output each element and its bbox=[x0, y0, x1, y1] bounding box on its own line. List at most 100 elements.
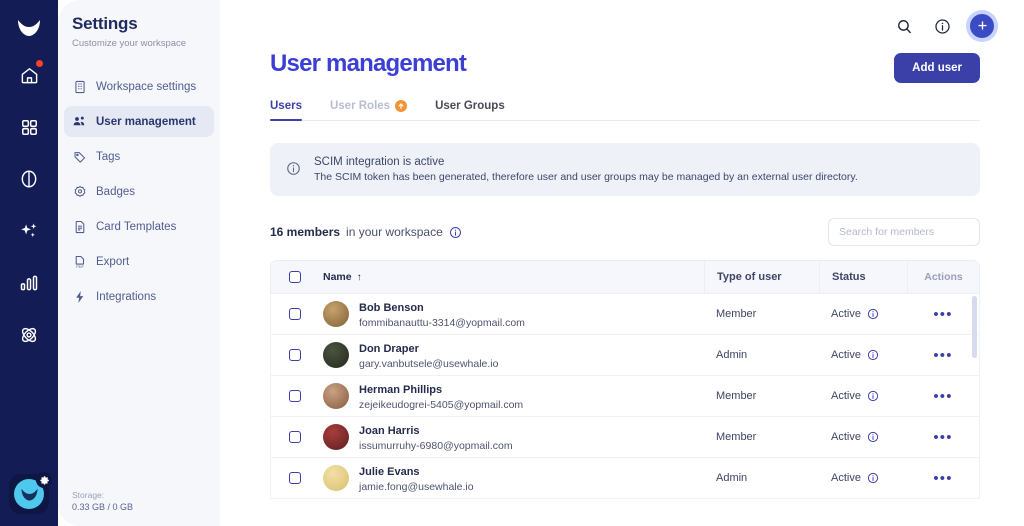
user-email: issumurruhy-6980@yopmail.com bbox=[359, 439, 513, 452]
user-email: gary.vanbutsele@usewhale.io bbox=[359, 357, 499, 370]
row-checkbox[interactable] bbox=[271, 349, 319, 361]
user-type: Member bbox=[716, 390, 757, 402]
notice-title: SCIM integration is active bbox=[314, 156, 445, 168]
avatar bbox=[323, 382, 349, 409]
tab-user-roles[interactable]: User Roles bbox=[330, 100, 408, 120]
status-label: Active bbox=[831, 308, 861, 320]
status-label: Active bbox=[831, 390, 861, 402]
avatar bbox=[323, 341, 349, 368]
home-notification-dot bbox=[36, 60, 43, 67]
row-checkbox[interactable] bbox=[271, 472, 319, 484]
row-actions-button[interactable]: ••• bbox=[907, 469, 979, 487]
info-circle-icon[interactable] bbox=[449, 226, 462, 239]
user-email: zejeikeudogrei-5405@yopmail.com bbox=[359, 398, 524, 411]
add-user-button[interactable]: Add user bbox=[894, 53, 980, 83]
table-row[interactable]: Don Draper gary.vanbutsele@usewhale.io A… bbox=[270, 335, 980, 376]
row-checkbox[interactable] bbox=[271, 390, 319, 402]
sidebar-nav: Workspace settings User management Tags … bbox=[58, 71, 220, 312]
row-checkbox[interactable] bbox=[271, 308, 319, 320]
column-header-status[interactable]: Status bbox=[819, 261, 907, 293]
row-user-cell: Herman Phillips zejeikeudogrei-5405@yopm… bbox=[319, 380, 704, 412]
whale-logo-icon[interactable] bbox=[9, 8, 49, 46]
info-circle-icon[interactable] bbox=[867, 349, 879, 361]
user-name: Bob Benson bbox=[359, 301, 424, 314]
rail-item-home[interactable] bbox=[12, 58, 46, 92]
sidebar-item-workspace-settings[interactable]: Workspace settings bbox=[64, 71, 214, 102]
search-icon[interactable] bbox=[894, 16, 914, 36]
row-actions-button[interactable]: ••• bbox=[907, 428, 979, 446]
bar-chart-icon bbox=[19, 273, 39, 293]
sidebar-item-label: Card Templates bbox=[96, 220, 177, 233]
sidebar-item-card-templates[interactable]: Card Templates bbox=[64, 211, 214, 242]
icon-rail bbox=[0, 0, 58, 526]
user-status: Active bbox=[819, 390, 907, 402]
tab-users[interactable]: Users bbox=[270, 100, 302, 121]
user-name: Don Draper bbox=[359, 342, 419, 355]
info-circle-icon[interactable] bbox=[867, 390, 879, 402]
row-actions-button[interactable]: ••• bbox=[907, 346, 979, 364]
notice-text-block: SCIM integration is active The SCIM toke… bbox=[314, 156, 858, 183]
sidebar-item-tags[interactable]: Tags bbox=[64, 141, 214, 172]
lightning-icon bbox=[72, 289, 87, 304]
table-header-row: Name ↑ Type of user Status Actions bbox=[270, 260, 980, 294]
table-row[interactable]: Joan Harris issumurruhy-6980@yopmail.com… bbox=[270, 417, 980, 458]
info-circle-icon[interactable] bbox=[867, 472, 879, 484]
user-type: Member bbox=[716, 431, 757, 443]
quick-add-button[interactable] bbox=[970, 14, 994, 38]
user-name: Julie Evans bbox=[359, 465, 420, 478]
status-label: Active bbox=[831, 472, 861, 484]
more-horizontal-icon: ••• bbox=[933, 346, 953, 364]
table-row[interactable]: Julie Evans jamie.fong@usewhale.io Admin… bbox=[270, 458, 980, 499]
rail-item-apps[interactable] bbox=[12, 110, 46, 144]
members-meta-row: 16 members in your workspace bbox=[270, 218, 980, 246]
rail-item-ai-assistant[interactable] bbox=[12, 214, 46, 248]
member-count: 16 members in your workspace bbox=[270, 225, 462, 239]
grid-apps-icon bbox=[20, 118, 39, 137]
info-circle-icon[interactable] bbox=[932, 16, 952, 36]
rail-item-knowledge[interactable] bbox=[12, 162, 46, 196]
more-horizontal-icon: ••• bbox=[933, 469, 953, 487]
row-actions-button[interactable]: ••• bbox=[907, 389, 979, 404]
row-user-cell: Bob Benson fommibanauttu-3314@yopmail.co… bbox=[319, 298, 704, 330]
sidebar-item-label: Tags bbox=[96, 150, 121, 163]
sidebar-item-export[interactable]: PDF Export bbox=[64, 246, 214, 277]
sidebar-item-label: Workspace settings bbox=[96, 80, 197, 93]
user-name: Joan Harris bbox=[359, 424, 420, 437]
row-actions-button[interactable]: ••• bbox=[907, 307, 979, 322]
table-body: Bob Benson fommibanauttu-3314@yopmail.co… bbox=[270, 294, 980, 499]
sidebar-item-user-management[interactable]: User management bbox=[64, 106, 214, 137]
rail-item-analytics[interactable] bbox=[12, 266, 46, 300]
badge-icon bbox=[72, 184, 87, 199]
tab-bar: Users User Roles User Groups bbox=[270, 100, 980, 121]
main-content: Add user User management Users User Role… bbox=[220, 0, 1024, 526]
row-user-cell: Don Draper gary.vanbutsele@usewhale.io bbox=[319, 339, 704, 371]
search-input[interactable] bbox=[828, 218, 980, 246]
checkbox-icon bbox=[289, 271, 301, 283]
table-row[interactable]: Herman Phillips zejeikeudogrei-5405@yopm… bbox=[270, 376, 980, 417]
sidebar-item-badges[interactable]: Badges bbox=[64, 176, 214, 207]
tab-user-groups[interactable]: User Groups bbox=[435, 100, 505, 120]
info-circle-icon[interactable] bbox=[867, 308, 879, 320]
sidebar-title: Settings bbox=[72, 14, 138, 33]
sidebar-item-integrations[interactable]: Integrations bbox=[64, 281, 214, 312]
rail-item-integrations[interactable] bbox=[12, 318, 46, 352]
row-checkbox[interactable] bbox=[271, 431, 319, 443]
storage-label: Storage: bbox=[72, 490, 105, 500]
info-circle-icon[interactable] bbox=[867, 431, 879, 443]
notice-body: The SCIM token has been generated, there… bbox=[314, 171, 858, 183]
arrow-up-icon: ↑ bbox=[356, 271, 362, 283]
column-header-actions: Actions bbox=[907, 261, 979, 293]
info-circle-icon bbox=[286, 161, 302, 181]
gear-icon[interactable] bbox=[36, 472, 52, 488]
pdf-export-icon: PDF bbox=[72, 254, 87, 269]
user-email: jamie.fong@usewhale.io bbox=[359, 480, 474, 493]
more-horizontal-icon: ••• bbox=[933, 428, 953, 446]
column-header-type[interactable]: Type of user bbox=[704, 261, 819, 293]
table-scrollbar[interactable] bbox=[972, 296, 977, 358]
column-header-name[interactable]: Name ↑ bbox=[319, 271, 704, 283]
select-all-checkbox[interactable] bbox=[271, 271, 319, 283]
table-row[interactable]: Bob Benson fommibanauttu-3314@yopmail.co… bbox=[270, 294, 980, 335]
account-avatar[interactable] bbox=[9, 472, 52, 514]
plus-icon bbox=[977, 19, 988, 34]
tab-divider bbox=[270, 120, 980, 121]
